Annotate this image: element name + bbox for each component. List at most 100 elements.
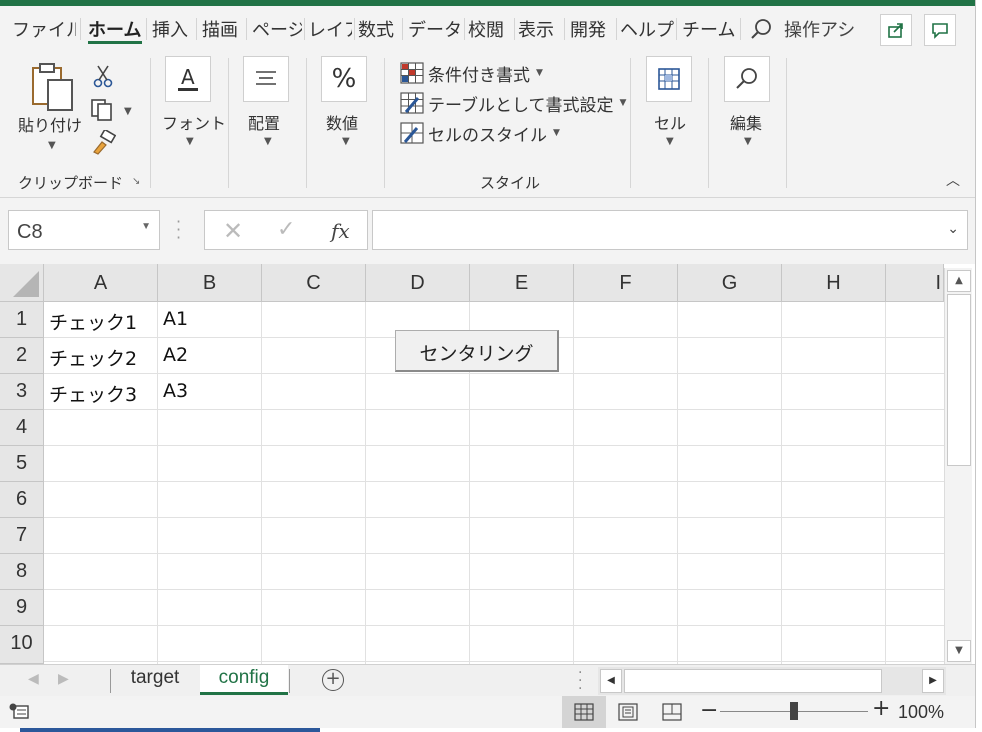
conditional-formatting-button[interactable]: 条件付き書式 ▼ [400, 60, 543, 86]
row-header-5[interactable]: 5 [0, 446, 44, 482]
expand-formula-icon[interactable]: ⌄ [947, 221, 959, 237]
share-button[interactable] [880, 14, 912, 46]
cell-b3[interactable]: A3 [158, 374, 262, 410]
paste-button[interactable] [30, 62, 76, 118]
collapse-ribbon-icon[interactable]: ︿ [946, 170, 960, 190]
group-separator [630, 58, 631, 188]
tab-data[interactable]: データ [408, 16, 462, 44]
formula-buttons: ✕ ✓ fx [204, 210, 368, 250]
tab-review[interactable]: 校閲 [468, 16, 510, 44]
alignment-dropdown-icon[interactable]: ▼ [264, 136, 272, 147]
column-header-b[interactable]: B [158, 264, 262, 302]
tab-team[interactable]: チーム [682, 16, 736, 44]
formula-input[interactable]: ⌄ [372, 210, 968, 250]
normal-view-icon [574, 703, 594, 721]
zoom-out-button[interactable]: − [700, 698, 718, 723]
alignment-button[interactable] [243, 56, 289, 102]
tab-home[interactable]: ホーム [88, 16, 142, 44]
zoom-in-button[interactable]: + [872, 696, 890, 721]
row-header-6[interactable]: 6 [0, 482, 44, 518]
horizontal-scrollbar[interactable]: ◀ ▶ [598, 667, 946, 695]
paste-dropdown-icon[interactable]: ▼ [48, 140, 56, 151]
tab-file[interactable]: ファイル [12, 16, 76, 44]
tab-page-layout[interactable]: ページ [252, 16, 302, 44]
row-header-1[interactable]: 1 [0, 302, 44, 338]
format-painter-button[interactable] [90, 128, 117, 160]
cell-a1[interactable]: チェック1 [44, 302, 158, 338]
scroll-up-icon[interactable]: ▲ [947, 270, 971, 292]
cut-button[interactable] [92, 64, 114, 92]
drag-handle-icon[interactable]: · · · [578, 666, 582, 696]
tab-layout[interactable]: レイア [308, 16, 352, 44]
scroll-down-icon[interactable]: ▼ [947, 640, 971, 662]
tab-developer[interactable]: 開発 [570, 16, 612, 44]
row-header-9[interactable]: 9 [0, 590, 44, 626]
vertical-scrollbar[interactable]: ▲ ▼ [944, 268, 972, 664]
gridline [44, 481, 944, 482]
column-header-i[interactable]: I [886, 264, 944, 302]
macro-record-icon[interactable] [8, 702, 30, 726]
row-header-10[interactable]: 10 [0, 626, 44, 664]
drag-handle-icon[interactable]: · · · [176, 214, 181, 246]
select-all-button[interactable] [0, 264, 44, 302]
macro-icon [9, 703, 29, 719]
normal-view-button[interactable] [562, 696, 606, 728]
page-break-view-button[interactable] [650, 696, 694, 728]
sheet-tab-config[interactable]: config [200, 665, 288, 695]
copy-dropdown-icon[interactable]: ▼ [124, 106, 132, 117]
add-sheet-icon[interactable]: + [322, 669, 344, 691]
format-as-table-button[interactable]: テーブルとして書式設定 ▼ [400, 90, 626, 116]
cell-a2[interactable]: チェック2 [44, 338, 158, 374]
clipboard-launcher-icon[interactable]: ↘ [132, 176, 140, 187]
sheet-tab-target[interactable]: target [112, 665, 198, 695]
tell-me-search[interactable]: 操作アシ [750, 14, 858, 44]
font-button[interactable]: A [165, 56, 211, 102]
cells-button[interactable] [646, 56, 692, 102]
tab-draw[interactable]: 描画 [202, 16, 242, 44]
tab-help[interactable]: ヘルプ [620, 16, 674, 44]
cell-b2[interactable]: A2 [158, 338, 262, 374]
column-header-g[interactable]: G [678, 264, 782, 302]
cancel-icon[interactable]: ✕ [223, 217, 243, 245]
enter-icon[interactable]: ✓ [277, 217, 295, 242]
horizontal-scroll-thumb[interactable] [624, 669, 882, 693]
tab-view[interactable]: 表示 [518, 16, 560, 44]
number-dropdown-icon[interactable]: ▼ [342, 136, 350, 147]
tab-formulas[interactable]: 数式 [358, 16, 398, 44]
column-header-e[interactable]: E [470, 264, 574, 302]
editing-dropdown-icon[interactable]: ▼ [744, 136, 752, 147]
tab-insert[interactable]: 挿入 [152, 16, 192, 44]
row-header-4[interactable]: 4 [0, 410, 44, 446]
page-layout-view-button[interactable] [606, 696, 650, 728]
number-button[interactable]: % [321, 56, 367, 102]
vertical-scroll-thumb[interactable] [947, 294, 971, 466]
row-header-7[interactable]: 7 [0, 518, 44, 554]
row-header-2[interactable]: 2 [0, 338, 44, 374]
zoom-slider-thumb[interactable] [790, 702, 798, 720]
column-header-d[interactable]: D [366, 264, 470, 302]
copy-button[interactable] [90, 98, 116, 126]
insert-function-icon[interactable]: fx [331, 219, 350, 243]
column-header-a[interactable]: A [44, 264, 158, 302]
column-header-c[interactable]: C [262, 264, 366, 302]
centering-button[interactable]: センタリング [395, 330, 559, 372]
prev-sheet-icon[interactable]: ◀ [28, 671, 39, 687]
column-header-f[interactable]: F [574, 264, 678, 302]
row-header-8[interactable]: 8 [0, 554, 44, 590]
next-sheet-icon[interactable]: ▶ [58, 671, 69, 687]
font-dropdown-icon[interactable]: ▼ [186, 136, 194, 147]
scroll-right-icon[interactable]: ▶ [922, 669, 944, 693]
column-header-h[interactable]: H [782, 264, 886, 302]
cell-styles-button[interactable]: セルのスタイル ▼ [400, 120, 560, 146]
scroll-left-icon[interactable]: ◀ [600, 669, 622, 693]
zoom-level[interactable]: 100% [898, 702, 944, 723]
name-box[interactable]: C8 ▼ [8, 210, 160, 250]
styles-group-label: スタイル [480, 174, 541, 192]
cell-b1[interactable]: A1 [158, 302, 262, 338]
comments-button[interactable] [924, 14, 956, 46]
cells-dropdown-icon[interactable]: ▼ [666, 136, 674, 147]
editing-button[interactable] [724, 56, 770, 102]
cell-a3[interactable]: チェック3 [44, 374, 158, 410]
row-header-3[interactable]: 3 [0, 374, 44, 410]
font-color-icon: A [178, 65, 198, 91]
